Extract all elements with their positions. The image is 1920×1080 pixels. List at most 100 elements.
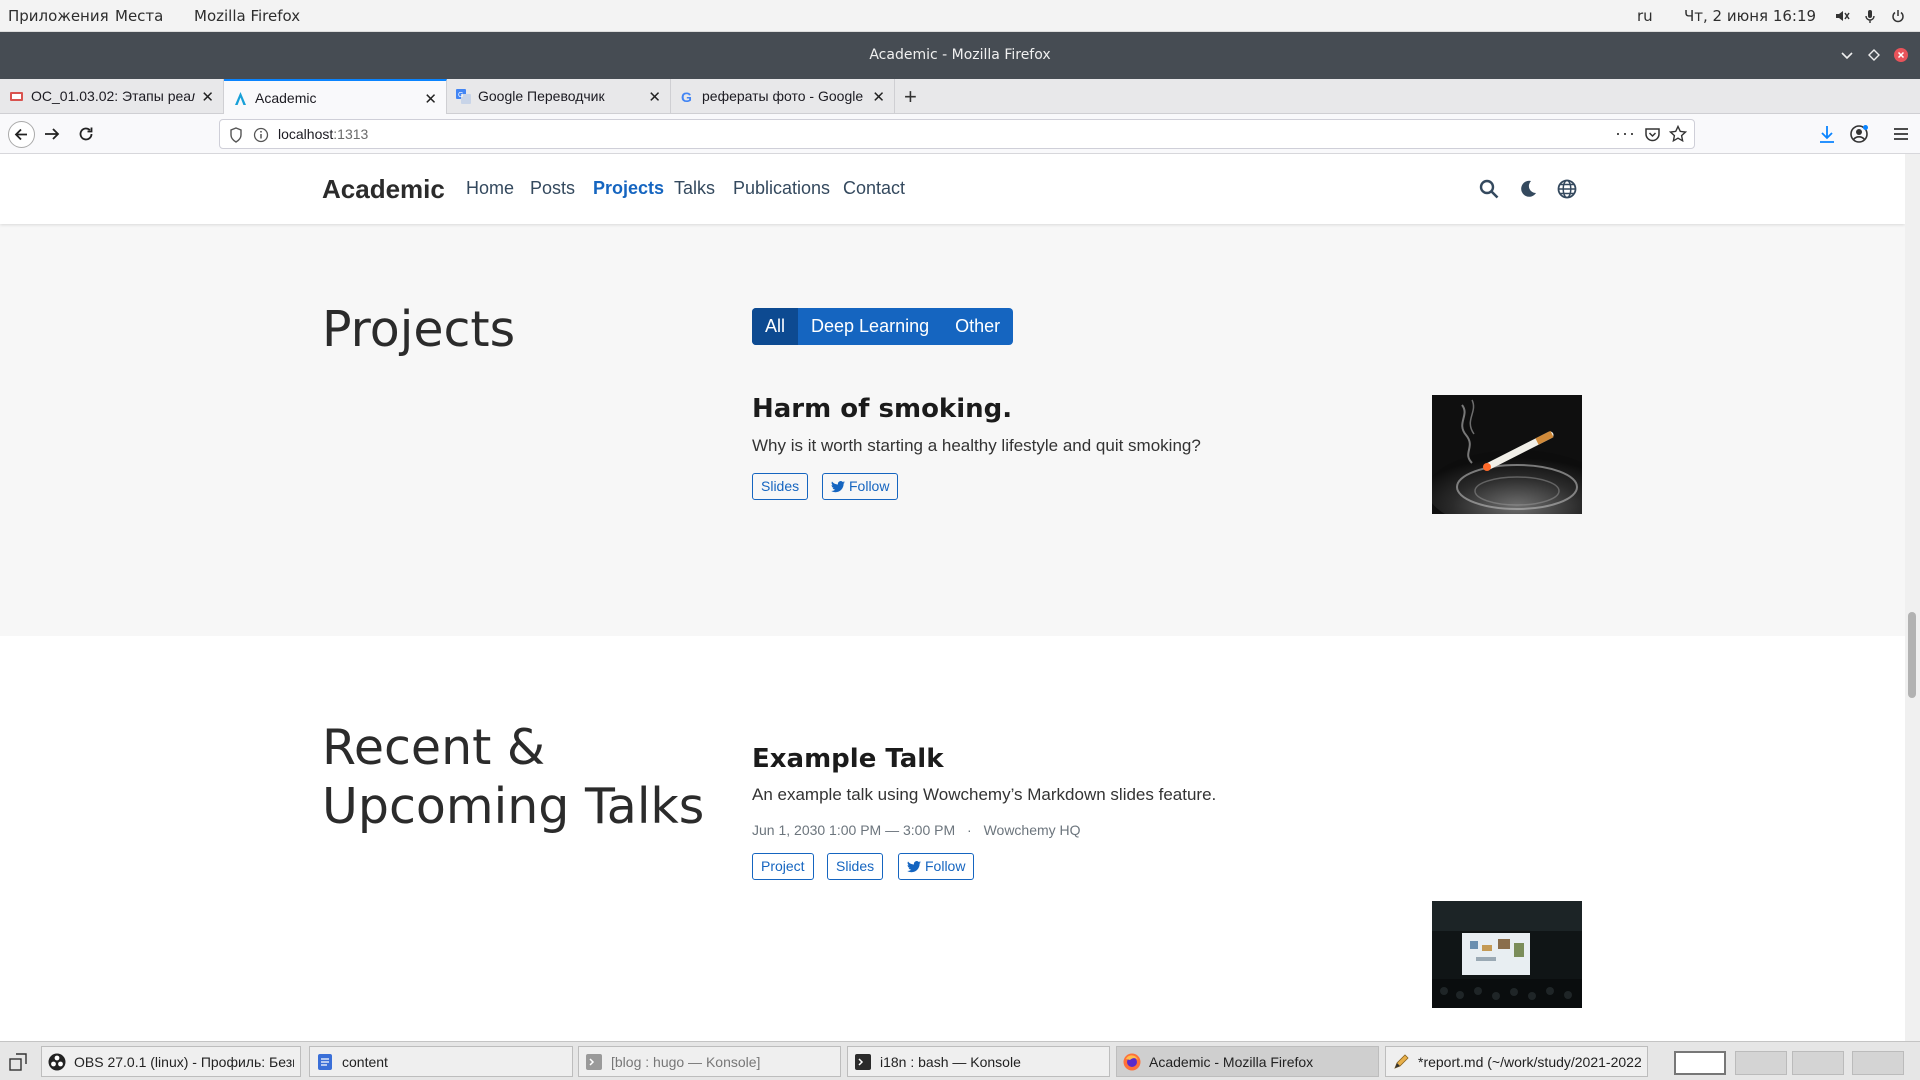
- talks-heading-line-1: Recent &: [322, 719, 546, 776]
- talk-follow-button[interactable]: Follow: [898, 853, 975, 880]
- workspace-3[interactable]: [1792, 1051, 1844, 1075]
- talk-slides-button[interactable]: Slides: [827, 853, 884, 880]
- site-brand[interactable]: Academic: [322, 174, 445, 205]
- workspace-4[interactable]: [1852, 1051, 1904, 1075]
- task-label: i18n : bash — Konsole: [880, 1054, 1021, 1070]
- power-icon[interactable]: [1890, 8, 1906, 24]
- account-icon[interactable]: [1848, 123, 1870, 145]
- tab-google-search[interactable]: G рефераты фото - Google Search ✕: [671, 79, 895, 114]
- talk-project-button[interactable]: Project: [752, 853, 814, 880]
- language-globe-icon[interactable]: [1556, 178, 1578, 200]
- task-firefox[interactable]: Academic - Mozilla Firefox: [1116, 1046, 1379, 1077]
- new-tab-button[interactable]: +: [904, 84, 917, 110]
- close-tab-icon[interactable]: ✕: [648, 88, 661, 106]
- firefox-icon: [1123, 1053, 1141, 1071]
- url-bar[interactable]: localhost:1313 ···: [219, 119, 1695, 149]
- task-label: *report.md (~/work/study/2021-2022): [1418, 1054, 1641, 1070]
- project-follow-button[interactable]: Follow: [822, 473, 899, 500]
- tab-google-translate[interactable]: G Google Переводчик ✕: [447, 79, 671, 114]
- keyboard-layout-indicator[interactable]: ru: [1637, 7, 1653, 25]
- task-report-editor[interactable]: *report.md (~/work/study/2021-2022): [1385, 1046, 1648, 1077]
- nav-projects[interactable]: Projects: [593, 178, 664, 199]
- task-label: OBS 27.0.1 (linux) - Профиль: Безымянный: [74, 1054, 294, 1070]
- talk-thumbnail-image[interactable]: [1432, 901, 1582, 1008]
- forward-button[interactable]: [41, 123, 63, 145]
- tab-strip: ОС_01.03.02: Этапы реализации ✕ Academic…: [0, 79, 1920, 115]
- close-tab-icon[interactable]: ✕: [201, 88, 214, 106]
- tab-label: Google Переводчик: [478, 88, 605, 104]
- applications-menu[interactable]: Приложения: [8, 7, 109, 25]
- tab-academic[interactable]: Academic ✕: [224, 79, 447, 115]
- twitter-icon: [831, 478, 849, 494]
- filter-all-button[interactable]: All: [752, 308, 799, 345]
- page-scrollbar-thumb[interactable]: [1908, 612, 1916, 698]
- smoking-thumbnail-image[interactable]: [1432, 395, 1582, 514]
- reload-button[interactable]: [75, 123, 97, 145]
- button-label: Follow: [849, 478, 890, 494]
- nav-publications[interactable]: Publications: [733, 178, 830, 199]
- downloads-icon[interactable]: [1816, 123, 1838, 145]
- url-text[interactable]: localhost:1313: [278, 126, 368, 142]
- back-button[interactable]: [8, 121, 35, 148]
- dark-mode-moon-icon[interactable]: [1517, 178, 1539, 200]
- button-label: Slides: [836, 858, 875, 874]
- talks-heading-line-2: Upcoming Talks: [322, 778, 705, 835]
- hamburger-menu-icon[interactable]: [1890, 123, 1912, 145]
- show-desktop-icon[interactable]: [9, 1053, 27, 1074]
- clock[interactable]: Чт, 2 июня 16:19: [1684, 7, 1816, 25]
- tracking-shield-icon[interactable]: [229, 127, 243, 148]
- site-navbar: Academic Home Posts Projects Talks Publi…: [0, 154, 1905, 224]
- close-window-icon[interactable]: [1894, 48, 1908, 62]
- terminal-icon: [854, 1053, 872, 1071]
- meta-separator: ·: [967, 822, 972, 838]
- task-content[interactable]: content: [309, 1046, 573, 1077]
- twitter-icon: [907, 858, 925, 874]
- task-label: [blog : hugo — Konsole]: [611, 1054, 761, 1070]
- window-title: Academic - Mozilla Firefox: [869, 47, 1051, 63]
- speaker-muted-icon[interactable]: [1834, 8, 1850, 24]
- project-summary: Why is it worth starting a healthy lifes…: [752, 436, 1201, 455]
- search-icon[interactable]: [1478, 178, 1500, 200]
- talk-summary: An example talk using Wowchemy’s Markdow…: [752, 785, 1217, 804]
- course-favicon-icon: [9, 89, 24, 104]
- task-obs[interactable]: OBS 27.0.1 (linux) - Профиль: Безымянный: [41, 1046, 301, 1077]
- minimize-icon[interactable]: [1840, 48, 1854, 62]
- academic-favicon-icon: [233, 91, 248, 106]
- close-tab-icon[interactable]: ✕: [424, 90, 437, 108]
- workspace-1[interactable]: [1674, 1051, 1726, 1075]
- taskbar: OBS 27.0.1 (linux) - Профиль: Безымянный…: [0, 1041, 1920, 1080]
- microphone-icon[interactable]: [1862, 8, 1878, 24]
- tab-label: ОС_01.03.02: Этапы реализации: [31, 88, 195, 104]
- active-app-menu[interactable]: Mozilla Firefox: [194, 7, 300, 25]
- project-title[interactable]: Harm of smoking.: [752, 394, 1012, 424]
- nav-contact[interactable]: Contact: [843, 178, 905, 199]
- talk-meta: Jun 1, 2030 1:00 PM — 3:00 PM · Wowchemy…: [752, 822, 1081, 838]
- talk-title[interactable]: Example Talk: [752, 744, 944, 774]
- nav-posts[interactable]: Posts: [530, 178, 575, 199]
- site-info-icon[interactable]: [253, 127, 269, 148]
- places-menu[interactable]: Места: [115, 7, 163, 25]
- bookmark-star-icon[interactable]: [1668, 124, 1688, 148]
- pocket-icon[interactable]: [1644, 126, 1661, 148]
- task-konsole-i18n[interactable]: i18n : bash — Konsole: [847, 1046, 1110, 1077]
- url-port: :1313: [333, 126, 369, 142]
- obs-icon: [48, 1053, 66, 1071]
- talk-datetime: Jun 1, 2030 1:00 PM — 3:00 PM: [752, 822, 956, 838]
- translate-favicon-icon: G: [456, 89, 471, 104]
- button-label: Follow: [925, 858, 966, 874]
- nav-talks[interactable]: Talks: [674, 178, 715, 199]
- nav-home[interactable]: Home: [466, 178, 514, 199]
- page-scrollbar[interactable]: [1905, 154, 1920, 1041]
- filter-deep-learning-button[interactable]: Deep Learning: [798, 308, 942, 345]
- project-slides-button[interactable]: Slides: [752, 473, 809, 500]
- url-host: localhost: [278, 126, 334, 142]
- button-label: Slides: [761, 478, 800, 494]
- page-actions-icon[interactable]: ···: [1615, 123, 1636, 144]
- maximize-icon[interactable]: [1867, 48, 1881, 62]
- task-konsole-blog[interactable]: [blog : hugo — Konsole]: [578, 1046, 841, 1077]
- close-tab-icon[interactable]: ✕: [872, 88, 885, 106]
- tab-os-course[interactable]: ОС_01.03.02: Этапы реализации ✕: [0, 79, 224, 114]
- talk-location: Wowchemy HQ: [983, 822, 1081, 838]
- workspace-2[interactable]: [1735, 1051, 1787, 1075]
- filter-other-button[interactable]: Other: [942, 308, 1013, 345]
